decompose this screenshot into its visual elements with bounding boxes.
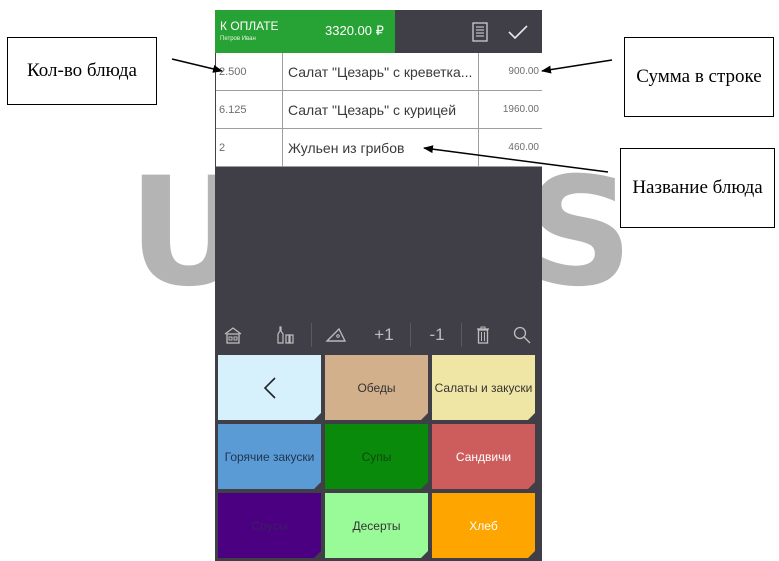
order-row[interactable]: 2 Жульен из грибов 460.00 xyxy=(216,129,542,167)
bottles-icon[interactable] xyxy=(270,315,300,355)
category-label: Сандвичи xyxy=(455,449,512,464)
order-row[interactable]: 6.125 Салат "Цезарь" с курицей 1960.00 xyxy=(216,91,542,129)
pos-screen: К ОПЛАТЕ Петров Иван 3320.00 ₽ 2.500 Сал… xyxy=(215,10,542,561)
category-tile[interactable]: Соусы xyxy=(218,493,321,558)
category-label: Хлеб xyxy=(469,518,498,533)
chevron-left-icon xyxy=(263,376,276,399)
order-sum: 460.00 xyxy=(508,142,539,153)
house-icon[interactable] xyxy=(218,315,248,355)
receipt-icon[interactable] xyxy=(467,19,493,45)
order-qty: 2 xyxy=(216,129,283,167)
category-label: Десерты xyxy=(352,518,401,533)
category-tile[interactable]: Горячие закуски xyxy=(218,424,321,489)
check-icon[interactable] xyxy=(505,19,531,45)
arrow-sum xyxy=(541,59,613,74)
order-name: Жульен из грибов xyxy=(283,129,479,167)
order-name: Салат "Цезарь" с курицей xyxy=(283,91,479,129)
customer-name: Петров Иван xyxy=(220,36,256,42)
category-label: Обеды xyxy=(357,380,396,395)
cheese-icon[interactable] xyxy=(321,315,351,355)
action-toolbar: +1 -1 xyxy=(215,315,542,355)
trash-icon[interactable] xyxy=(468,315,498,355)
order-sum: 900.00 xyxy=(508,66,539,77)
search-icon[interactable] xyxy=(507,315,537,355)
category-tile[interactable]: Обеды xyxy=(325,355,428,420)
top-bar: К ОПЛАТЕ Петров Иван 3320.00 ₽ xyxy=(215,10,542,53)
minus-one-button[interactable]: -1 xyxy=(419,315,455,355)
category-tile[interactable]: Сандвичи xyxy=(432,424,535,489)
callout-quantity: Кол-во блюда xyxy=(7,37,157,105)
pay-label: К ОПЛАТЕ xyxy=(220,19,279,33)
plus-one-button[interactable]: +1 xyxy=(363,315,405,355)
toolbar-divider xyxy=(461,323,462,347)
category-tile[interactable]: Салаты и закуски xyxy=(432,355,535,420)
order-name: Салат "Цезарь" с креветка... xyxy=(283,53,479,91)
order-total: 3320.00 ₽ xyxy=(325,23,384,38)
order-sum: 1960.00 xyxy=(502,104,539,115)
order-qty: 6.125 xyxy=(216,91,283,129)
toolbar-divider xyxy=(410,323,411,347)
category-label: Горячие закуски xyxy=(224,449,315,464)
category-label: Салаты и закуски xyxy=(434,380,533,395)
category-tile[interactable]: Десерты xyxy=(325,493,428,558)
category-tile[interactable]: Супы xyxy=(325,424,428,489)
callout-name: Название блюда xyxy=(620,148,775,228)
order-row[interactable]: 2.500 Салат "Цезарь" с креветка... 900.0… xyxy=(216,53,542,91)
toolbar-divider xyxy=(311,323,312,347)
category-label: Супы xyxy=(361,449,392,464)
back-button[interactable] xyxy=(218,355,321,420)
category-label: Соусы xyxy=(251,518,288,533)
category-tile[interactable]: Хлеб xyxy=(432,493,535,558)
order-qty: 2.500 xyxy=(216,53,283,91)
callout-sum: Сумма в строке xyxy=(624,37,774,117)
pay-button[interactable]: К ОПЛАТЕ Петров Иван 3320.00 ₽ xyxy=(215,10,395,53)
